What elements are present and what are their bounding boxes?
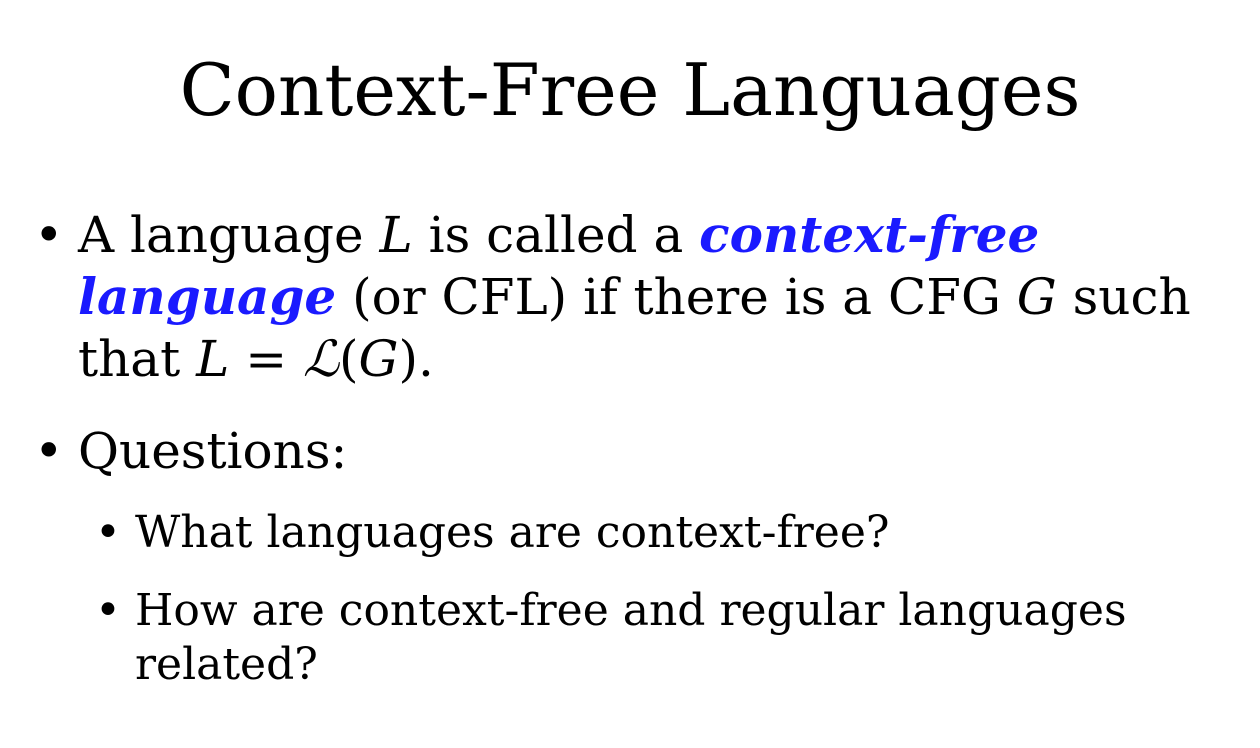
sub-bullet-marker: • [95,585,121,636]
bullet-text: (or CFL) if there is a CFG [336,268,1017,326]
sub-bullet-text: How are context-free and regular languag… [135,585,1127,690]
bullet-marker: • [34,206,64,264]
sub-bullet: • What languages are context-free? [95,506,1245,560]
bullet-definition: • A language L is called a context-free … [34,204,1228,390]
slide-title: Context-Free Languages [179,48,1081,132]
math-variable-G: G [1016,268,1057,326]
bullet-text: A language [78,206,380,264]
sub-bullet: • How are context-free and regular langu… [95,584,1245,692]
math-variable-L: L [379,206,413,264]
math-paren: ( [339,330,359,388]
bullet-marker: • [34,422,64,480]
math-script-L: ℒ [302,330,339,388]
math-equals: = [229,330,303,388]
math-variable-G: G [358,330,399,388]
bullet-text: Questions: [78,422,348,480]
math-variable-L: L [196,330,230,388]
bullet-text: is called a [412,206,700,264]
slide: Context-Free Languages • A language L is… [0,0,1260,748]
bullet-questions: • Questions: [34,420,1228,482]
sub-bullet-marker: • [95,507,121,558]
bullet-text: ). [398,330,434,388]
sub-bullet-text: What languages are context-free? [135,507,890,558]
